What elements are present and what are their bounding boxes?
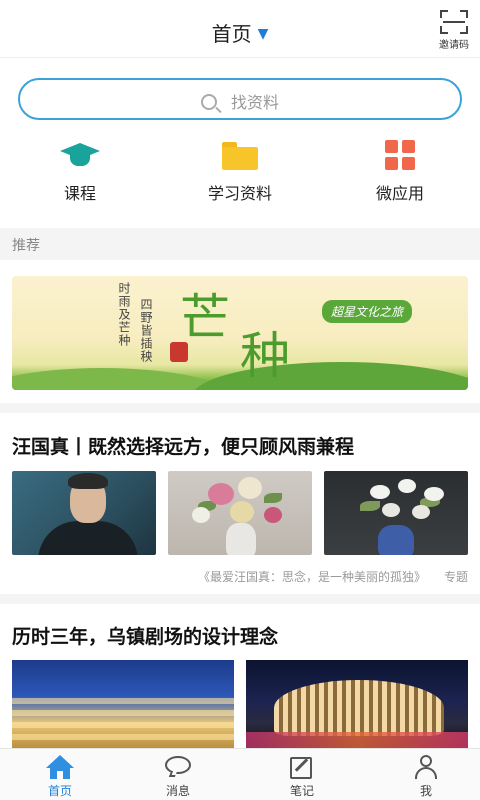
quick-link-materials[interactable]: 学习资料 [160, 140, 320, 204]
banner-char: 芒 [180, 289, 230, 347]
quick-links: 课程 学习资料 微应用 [0, 140, 480, 210]
quick-link-label: 微应用 [375, 184, 424, 203]
apps-grid-icon [385, 140, 415, 170]
tab-label: 首页 [47, 784, 72, 798]
chevron-down-icon: ▼ [257, 26, 269, 42]
banner-poem-line: 四野皆插秧 [139, 298, 153, 363]
divider [0, 403, 480, 413]
search-placeholder: 找资料 [230, 93, 279, 112]
tab-home[interactable]: 首页 [0, 755, 120, 799]
tab-label: 消息 [165, 784, 190, 798]
tab-me[interactable]: 我 [366, 755, 480, 799]
banner-tag: 超星文化之旅 [321, 300, 412, 323]
article-title[interactable]: 汪国真丨既然选择远方，便只顾风雨兼程 [12, 432, 354, 459]
search-icon [200, 94, 217, 110]
banner-char: 种 [240, 327, 290, 385]
folder-icon [222, 142, 258, 170]
quick-link-micro-apps[interactable]: 微应用 [320, 140, 480, 204]
article-thumbnail[interactable] [246, 660, 468, 750]
article-caption: 《最爱汪国真：思念，是一种美丽的孤独》 专题 [0, 568, 468, 585]
article-thumbnail[interactable] [168, 471, 312, 555]
tab-notes[interactable]: 笔记 [242, 755, 362, 799]
quick-link-course[interactable]: 课程 [0, 140, 160, 204]
home-icon [46, 755, 74, 779]
page-title-dropdown[interactable]: 首页 ▼ [0, 18, 480, 47]
bottom-tab-bar: 首页 消息 笔记 我 [0, 748, 480, 800]
quick-link-label: 学习资料 [207, 184, 272, 203]
banner-poem-line: 时雨及芒种 [117, 282, 131, 347]
banner-hill [192, 362, 468, 390]
scan-icon [440, 10, 468, 34]
invite-code-button[interactable]: 邀请码 [436, 10, 472, 51]
topic-link[interactable]: 专题 [444, 570, 468, 584]
article-thumbnail[interactable] [324, 471, 468, 555]
page-title: 首页 [211, 22, 252, 46]
quick-link-label: 课程 [63, 184, 96, 203]
note-icon [288, 755, 316, 779]
graduation-cap-icon [60, 140, 100, 170]
section-title: 推荐 [12, 238, 40, 254]
message-icon [164, 755, 192, 779]
article-thumbnail[interactable] [12, 660, 234, 750]
tab-messages[interactable]: 消息 [118, 755, 238, 799]
article-source: 《最爱汪国真：思念，是一种美丽的孤独》 [197, 570, 426, 584]
top-bar: 首页 ▼ 邀请码 [0, 0, 480, 58]
divider [0, 594, 480, 604]
invite-code-label: 邀请码 [439, 40, 469, 51]
section-header: 推荐 [0, 228, 480, 260]
tab-label: 笔记 [289, 784, 314, 798]
article-title[interactable]: 历时三年，乌镇剧场的设计理念 [12, 622, 278, 649]
promo-banner[interactable]: 时雨及芒种 四野皆插秧 芒 种 超星文化之旅 [12, 276, 468, 390]
search-input[interactable]: 找资料 [18, 78, 462, 120]
article-thumbnail[interactable] [12, 471, 156, 555]
tab-label: 我 [419, 784, 432, 798]
profile-icon [412, 755, 440, 779]
